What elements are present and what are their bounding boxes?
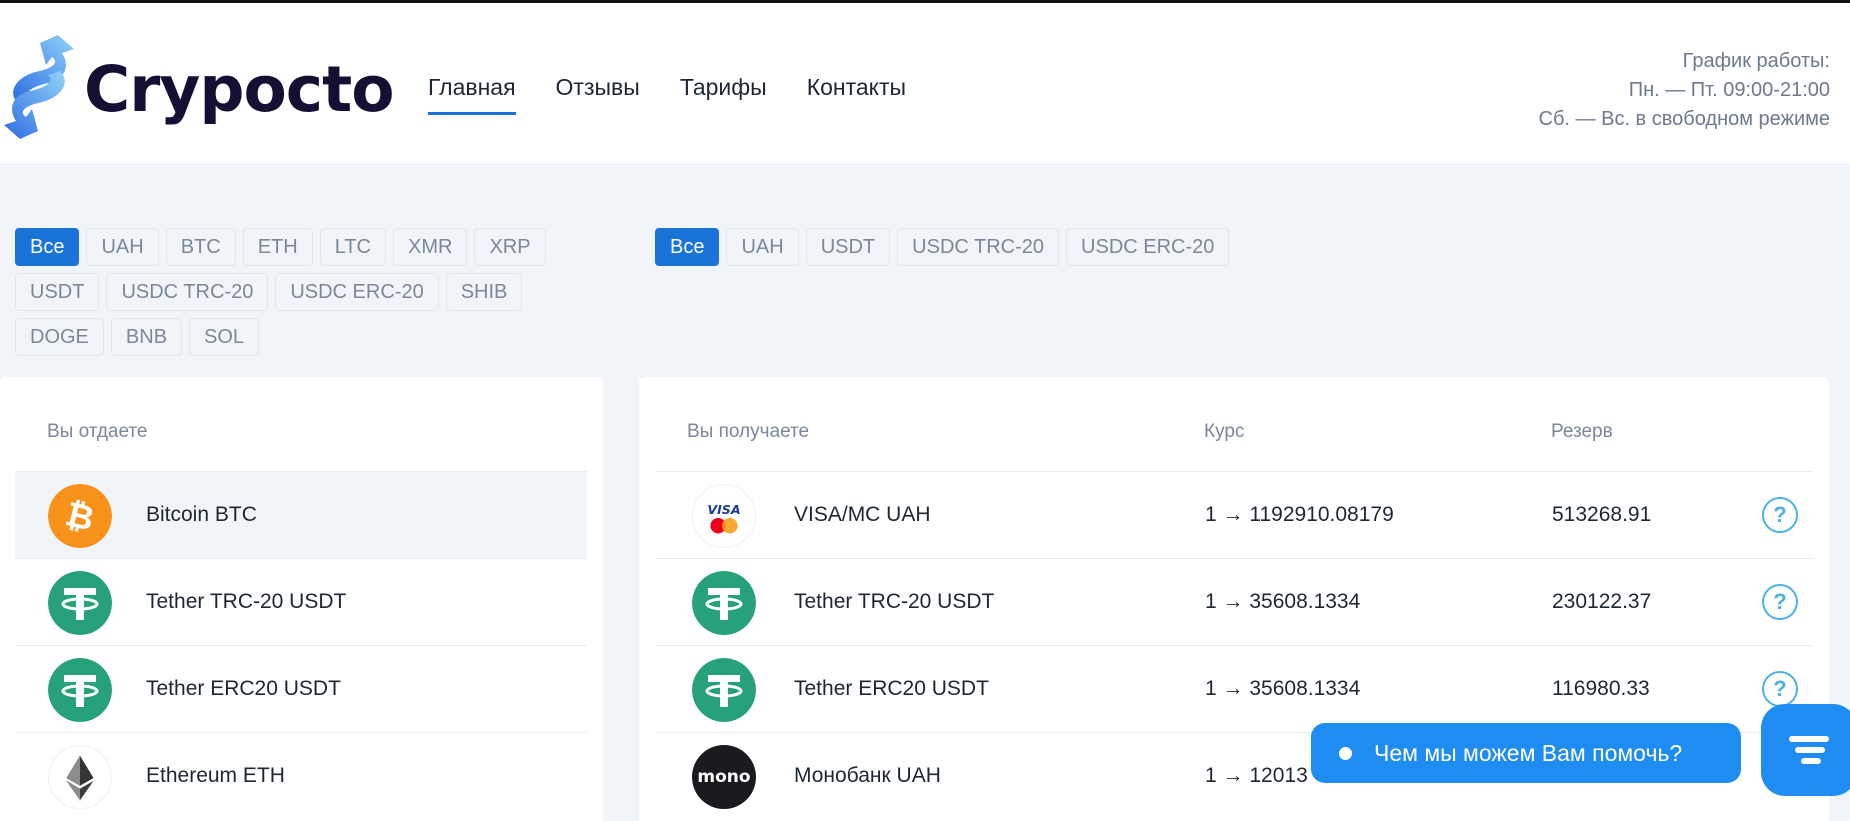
tether-icon [48, 571, 112, 635]
nav-reviews[interactable]: Отзывы [556, 74, 640, 115]
nav-home[interactable]: Главная [428, 74, 516, 115]
get-row-reserve: 230122.37 [1552, 590, 1652, 613]
nav-tariffs[interactable]: Тарифы [680, 74, 767, 115]
schedule-title: График работы: [1682, 50, 1830, 72]
site-header: Crypocto Главная Отзывы Тарифы Контакты … [0, 3, 1850, 163]
give-filter-eth[interactable]: ETH [242, 228, 313, 266]
svg-text:VISA: VISA [707, 502, 740, 517]
logo-mark-icon [4, 35, 75, 139]
get-filter-usdc-trc20[interactable]: USDC TRC-20 [897, 228, 1060, 266]
logo[interactable]: Crypocto [0, 27, 400, 147]
give-filter-uah[interactable]: UAH [86, 228, 159, 266]
give-filter-all[interactable]: Все [15, 228, 80, 266]
get-row-reserve: 116980.33 [1552, 677, 1650, 700]
get-header-receive: Вы получаете [687, 421, 810, 442]
get-row-name: Tether ERC20 USDT [794, 677, 989, 700]
get-filter-usdc-erc20[interactable]: USDC ERC-20 [1066, 228, 1230, 266]
give-filter-usdc-erc20[interactable]: USDC ERC-20 [275, 273, 439, 311]
get-row-rate: 1 → 35608.1334 [1205, 677, 1361, 700]
get-row-name: Монобанк UAH [794, 764, 941, 787]
get-currency-filters: Все UAH USDT USDC TRC-20 USDC ERC-20 [655, 228, 1255, 266]
tether-icon [692, 658, 756, 722]
get-row-reserve: 513268.91 [1552, 503, 1652, 526]
chat-lines-icon [1789, 736, 1829, 764]
help-icon[interactable]: ? [1762, 671, 1798, 707]
get-row-rate: 1 → 1192910.08179 [1205, 503, 1394, 526]
give-row-ethereum[interactable]: Ethereum ETH [15, 732, 587, 819]
give-currency-filters: Все UAH BTC ETH LTC XMR XRP USDT USDC TR… [15, 228, 555, 356]
nav-contacts[interactable]: Контакты [807, 74, 906, 115]
get-filter-uah[interactable]: UAH [726, 228, 799, 266]
schedule-weekend: Сб. — Вс. в свободном режиме [1538, 108, 1830, 130]
get-header-rate: Курс [1204, 421, 1245, 442]
tether-icon [692, 571, 756, 635]
give-filter-usdt[interactable]: USDT [15, 273, 100, 311]
get-row-tether-erc20[interactable]: Tether ERC20 USDT 1 → 35608.1334 116980.… [655, 645, 1813, 732]
give-filter-sol[interactable]: SOL [189, 318, 260, 356]
main-nav: Главная Отзывы Тарифы Контакты [428, 74, 906, 115]
chat-prompt-bubble[interactable]: Чем мы можем Вам помочь? [1311, 723, 1741, 783]
give-row-name: Tether ERC20 USDT [146, 677, 341, 700]
give-filter-bnb[interactable]: BNB [110, 318, 183, 356]
work-schedule: График работы: Пн. — Пт. 09:00-21:00 Сб.… [1539, 47, 1830, 134]
ethereum-icon [48, 745, 112, 809]
monobank-icon: mono [692, 745, 756, 809]
visa-mastercard-icon: VISA [692, 484, 756, 548]
get-row-rate: 1 → 12013 [1205, 764, 1308, 787]
bitcoin-icon: ₿ [48, 484, 112, 548]
give-row-name: Ethereum ETH [146, 764, 285, 787]
give-row-tether-erc20[interactable]: Tether ERC20 USDT [15, 645, 587, 732]
give-filter-doge[interactable]: DOGE [15, 318, 104, 356]
help-icon[interactable]: ? [1762, 584, 1798, 620]
give-row-bitcoin[interactable]: ₿ Bitcoin BTC [15, 471, 587, 558]
get-header-reserve: Резерв [1551, 421, 1613, 442]
get-row-rate: 1 → 35608.1334 [1205, 590, 1361, 613]
chat-online-dot-icon [1339, 746, 1352, 760]
give-filter-usdc-trc20[interactable]: USDC TRC-20 [106, 273, 269, 311]
give-header: Вы отдаете [47, 421, 148, 442]
help-icon[interactable]: ? [1762, 497, 1798, 533]
chat-message: Чем мы можем Вам помочь? [1374, 739, 1683, 766]
logo-text: Crypocto [84, 53, 394, 126]
schedule-weekdays: Пн. — Пт. 09:00-21:00 [1628, 79, 1830, 101]
give-filter-xmr[interactable]: XMR [393, 228, 468, 266]
give-row-name: Tether TRC-20 USDT [146, 590, 347, 613]
get-row-tether-trc20[interactable]: Tether TRC-20 USDT 1 → 35608.1334 230122… [655, 558, 1813, 645]
give-filter-shib[interactable]: SHIB [445, 273, 523, 311]
give-filter-xrp[interactable]: XRP [474, 228, 546, 266]
get-row-name: VISA/MC UAH [794, 503, 931, 526]
get-filter-usdt[interactable]: USDT [805, 228, 891, 266]
give-row-tether-trc20[interactable]: Tether TRC-20 USDT [15, 558, 587, 645]
tether-icon [48, 658, 112, 722]
give-row-name: Bitcoin BTC [146, 503, 257, 526]
give-filter-btc[interactable]: BTC [165, 228, 236, 266]
get-row-name: Tether TRC-20 USDT [794, 590, 995, 613]
chat-launcher-button[interactable] [1761, 704, 1850, 796]
get-filter-all[interactable]: Все [655, 228, 720, 266]
get-row-visa-mc[interactable]: VISA VISA/MC UAH 1 → 1192910.08179 51326… [655, 471, 1813, 558]
give-filter-ltc[interactable]: LTC [319, 228, 387, 266]
monobank-logo-text: mono [697, 767, 751, 787]
